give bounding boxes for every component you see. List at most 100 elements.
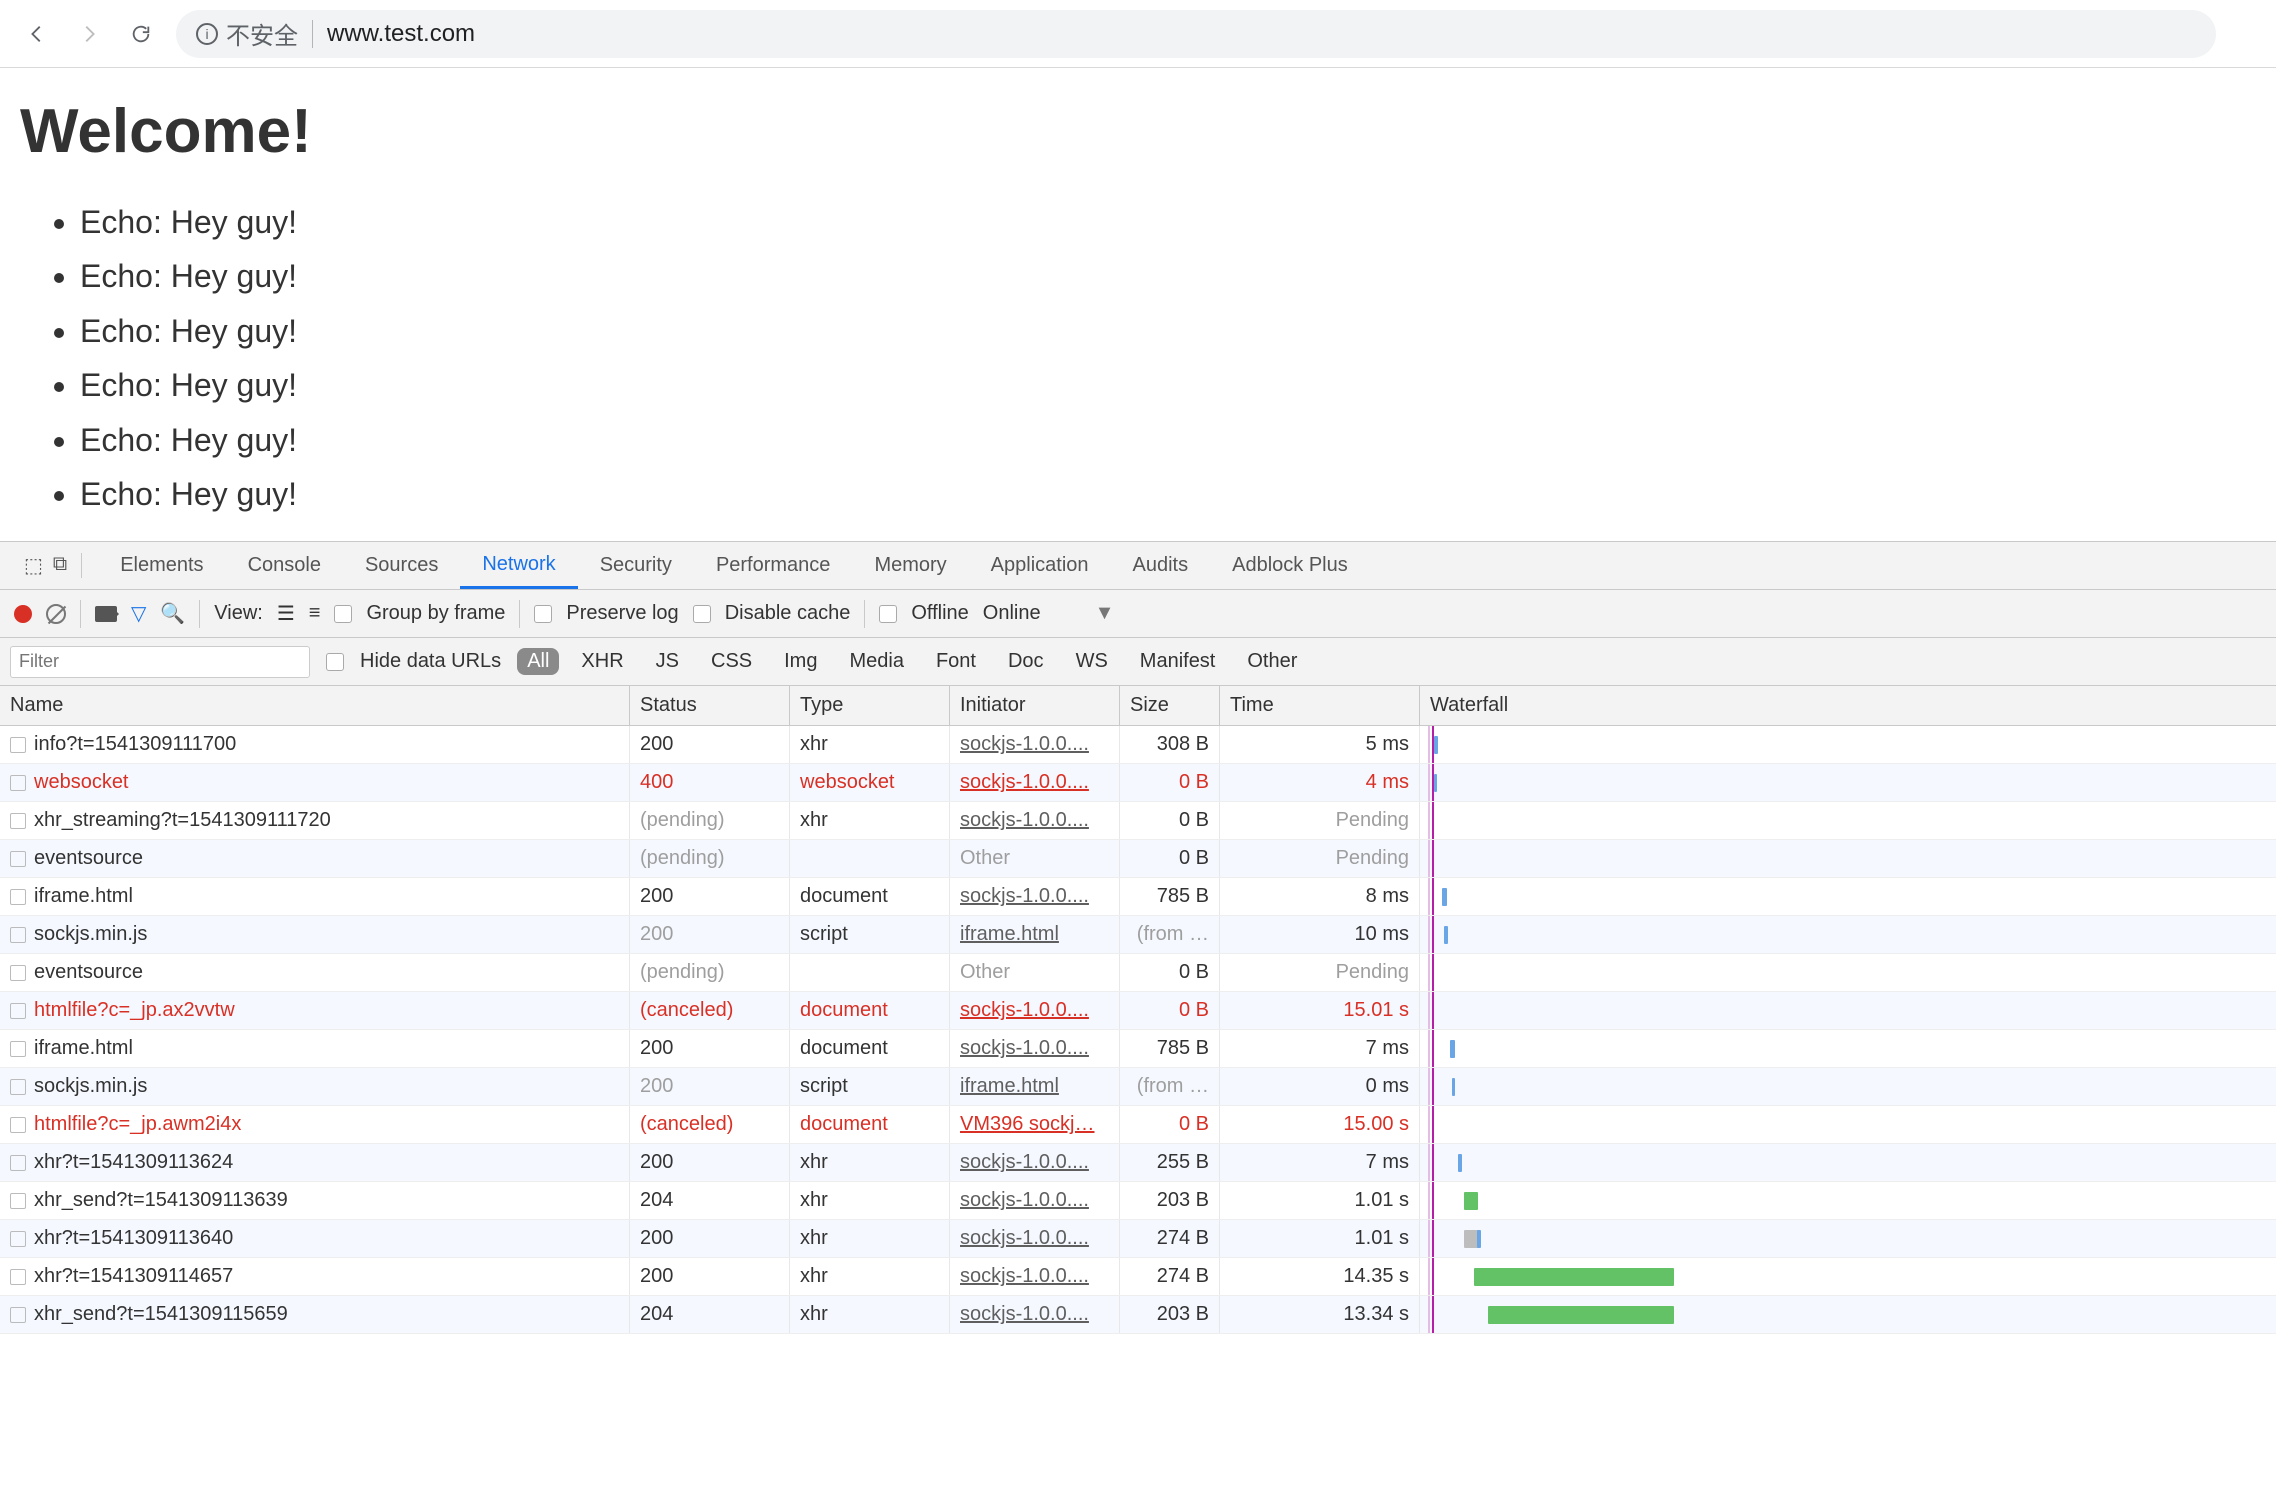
col-type[interactable]: Type: [790, 686, 950, 725]
row-checkbox[interactable]: [10, 965, 26, 981]
tab-audits[interactable]: Audits: [1111, 542, 1211, 589]
clear-button[interactable]: [46, 604, 66, 624]
filter-input[interactable]: [10, 646, 310, 678]
device-toggle-icon[interactable]: ⧉: [53, 553, 67, 578]
table-row[interactable]: sockjs.min.js200scriptiframe.html(from ……: [0, 916, 2276, 954]
address-bar[interactable]: i 不安全 www.test.com: [176, 10, 2216, 58]
row-checkbox[interactable]: [10, 737, 26, 753]
table-row[interactable]: iframe.html200documentsockjs-1.0.0....78…: [0, 1030, 2276, 1068]
filter-type-css[interactable]: CSS: [701, 648, 762, 675]
disable-cache-checkbox[interactable]: [693, 605, 711, 623]
tab-performance[interactable]: Performance: [694, 542, 853, 589]
hide-data-urls-checkbox[interactable]: [326, 653, 344, 671]
preserve-log-checkbox[interactable]: [534, 605, 552, 623]
filter-type-media[interactable]: Media: [839, 648, 913, 675]
inspect-icon[interactable]: ⬚: [24, 553, 43, 578]
row-checkbox[interactable]: [10, 927, 26, 943]
chevron-down-icon[interactable]: ▼: [1095, 602, 1115, 625]
tab-application[interactable]: Application: [969, 542, 1111, 589]
table-row[interactable]: xhr_streaming?t=1541309111720(pending)xh…: [0, 802, 2276, 840]
table-row[interactable]: xhr_send?t=1541309113639204xhrsockjs-1.0…: [0, 1182, 2276, 1220]
table-row[interactable]: xhr?t=1541309114657200xhrsockjs-1.0.0...…: [0, 1258, 2276, 1296]
row-checkbox[interactable]: [10, 1193, 26, 1209]
table-row[interactable]: eventsource(pending)Other0 BPending: [0, 954, 2276, 992]
filter-type-font[interactable]: Font: [926, 648, 986, 675]
initiator-link[interactable]: sockjs-1.0.0....: [960, 809, 1089, 832]
small-rows-icon[interactable]: ≡: [309, 602, 321, 625]
filter-type-ws[interactable]: WS: [1066, 648, 1118, 675]
search-icon[interactable]: 🔍: [160, 601, 185, 626]
initiator-link[interactable]: iframe.html: [960, 1075, 1059, 1098]
filter-type-img[interactable]: Img: [774, 648, 827, 675]
table-row[interactable]: sockjs.min.js200scriptiframe.html(from ……: [0, 1068, 2276, 1106]
row-checkbox[interactable]: [10, 813, 26, 829]
col-time[interactable]: Time: [1220, 686, 1420, 725]
table-row[interactable]: xhr?t=1541309113624200xhrsockjs-1.0.0...…: [0, 1144, 2276, 1182]
initiator-link[interactable]: sockjs-1.0.0....: [960, 885, 1089, 908]
hide-data-urls-label: Hide data URLs: [360, 650, 501, 673]
col-initiator[interactable]: Initiator: [950, 686, 1120, 725]
filter-toggle-icon[interactable]: ▽: [131, 601, 146, 626]
filter-type-all[interactable]: All: [517, 648, 559, 675]
record-button[interactable]: [14, 605, 32, 623]
table-row[interactable]: info?t=1541309111700200xhrsockjs-1.0.0..…: [0, 726, 2276, 764]
group-by-frame-checkbox[interactable]: [334, 605, 352, 623]
initiator-link[interactable]: sockjs-1.0.0....: [960, 1037, 1089, 1060]
filter-type-js[interactable]: JS: [646, 648, 689, 675]
initiator-link[interactable]: sockjs-1.0.0....: [960, 1151, 1089, 1174]
large-rows-icon[interactable]: ☰: [277, 601, 295, 626]
row-checkbox[interactable]: [10, 1307, 26, 1323]
cell-size: 274 B: [1120, 1258, 1220, 1295]
col-status[interactable]: Status: [630, 686, 790, 725]
cell-time: Pending: [1220, 954, 1420, 991]
row-checkbox[interactable]: [10, 1079, 26, 1095]
table-row[interactable]: xhr_send?t=1541309115659204xhrsockjs-1.0…: [0, 1296, 2276, 1334]
tab-network[interactable]: Network: [460, 542, 577, 589]
throttle-select[interactable]: Online: [983, 602, 1041, 625]
row-checkbox[interactable]: [10, 1269, 26, 1285]
tab-security[interactable]: Security: [578, 542, 694, 589]
filter-type-other[interactable]: Other: [1237, 648, 1307, 675]
initiator-link[interactable]: sockjs-1.0.0....: [960, 1303, 1089, 1326]
initiator-link[interactable]: sockjs-1.0.0....: [960, 771, 1089, 794]
screenshot-icon[interactable]: [95, 606, 117, 622]
filter-type-doc[interactable]: Doc: [998, 648, 1054, 675]
tab-elements[interactable]: Elements: [98, 542, 225, 589]
row-checkbox[interactable]: [10, 1041, 26, 1057]
table-row[interactable]: eventsource(pending)Other0 BPending: [0, 840, 2276, 878]
table-row[interactable]: htmlfile?c=_jp.ax2vvtw(canceled)document…: [0, 992, 2276, 1030]
initiator-link[interactable]: Other: [960, 847, 1010, 870]
row-checkbox[interactable]: [10, 1003, 26, 1019]
table-row[interactable]: websocket400websocketsockjs-1.0.0....0 B…: [0, 764, 2276, 802]
row-checkbox[interactable]: [10, 775, 26, 791]
initiator-link[interactable]: sockjs-1.0.0....: [960, 1227, 1089, 1250]
initiator-link[interactable]: VM396 sockj…: [960, 1113, 1095, 1136]
col-name[interactable]: Name: [0, 686, 630, 725]
row-checkbox[interactable]: [10, 1231, 26, 1247]
filter-type-xhr[interactable]: XHR: [571, 648, 633, 675]
initiator-link[interactable]: Other: [960, 961, 1010, 984]
forward-button[interactable]: [72, 17, 106, 51]
table-row[interactable]: xhr?t=1541309113640200xhrsockjs-1.0.0...…: [0, 1220, 2276, 1258]
col-waterfall[interactable]: Waterfall: [1420, 686, 2276, 725]
table-row[interactable]: iframe.html200documentsockjs-1.0.0....78…: [0, 878, 2276, 916]
row-checkbox[interactable]: [10, 851, 26, 867]
tab-adblock-plus[interactable]: Adblock Plus: [1210, 542, 1370, 589]
initiator-link[interactable]: sockjs-1.0.0....: [960, 733, 1089, 756]
back-button[interactable]: [20, 17, 54, 51]
initiator-link[interactable]: iframe.html: [960, 923, 1059, 946]
initiator-link[interactable]: sockjs-1.0.0....: [960, 999, 1089, 1022]
row-checkbox[interactable]: [10, 1155, 26, 1171]
filter-type-manifest[interactable]: Manifest: [1130, 648, 1226, 675]
initiator-link[interactable]: sockjs-1.0.0....: [960, 1265, 1089, 1288]
reload-button[interactable]: [124, 17, 158, 51]
row-checkbox[interactable]: [10, 889, 26, 905]
tab-sources[interactable]: Sources: [343, 542, 460, 589]
row-checkbox[interactable]: [10, 1117, 26, 1133]
tab-memory[interactable]: Memory: [852, 542, 968, 589]
initiator-link[interactable]: sockjs-1.0.0....: [960, 1189, 1089, 1212]
offline-checkbox[interactable]: [879, 605, 897, 623]
col-size[interactable]: Size: [1120, 686, 1220, 725]
table-row[interactable]: htmlfile?c=_jp.awm2i4x(canceled)document…: [0, 1106, 2276, 1144]
tab-console[interactable]: Console: [226, 542, 343, 589]
